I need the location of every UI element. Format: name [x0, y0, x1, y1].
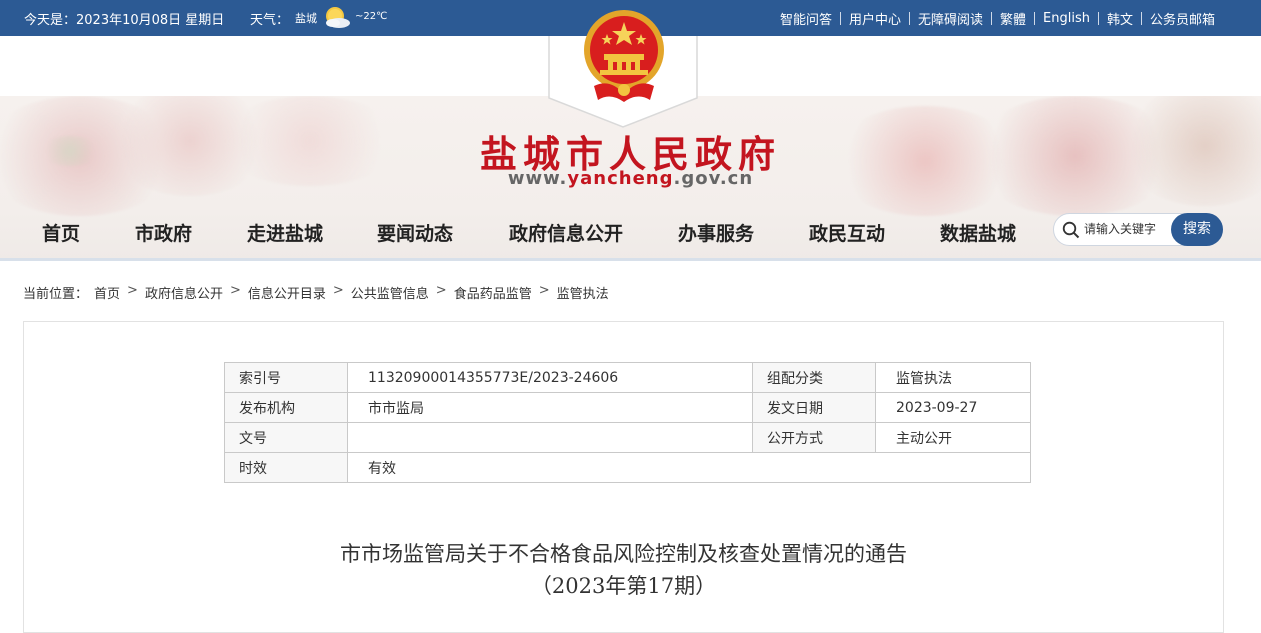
search-icon — [1062, 221, 1080, 239]
search-box: 搜索 — [1053, 213, 1223, 246]
link-civil-servant-mail[interactable]: 公务员邮箱 — [1150, 9, 1215, 28]
category-label: 组配分类 — [752, 362, 876, 393]
weather-label: 天气： — [250, 13, 290, 28]
sun-cloud-icon — [326, 7, 350, 28]
link-korean[interactable]: 韩文 — [1107, 9, 1133, 28]
validity-value: 有效 — [347, 452, 1031, 483]
document-number-value — [347, 422, 753, 453]
article-title-line1: 市市场监管局关于不合格食品风险控制及核查处置情况的通告 — [340, 542, 907, 566]
link-user-center[interactable]: 用户中心 — [849, 9, 901, 28]
nav-item-home[interactable]: 首页 — [42, 219, 80, 246]
nav-item-interaction[interactable]: 政民互动 — [809, 219, 885, 246]
publisher-value: 市市监局 — [347, 392, 753, 423]
nav-item-data-yancheng[interactable]: 数据盐城 — [940, 219, 1016, 246]
nav-divider — [0, 258, 1261, 261]
weather-city: 盐城 — [295, 12, 317, 25]
nav-item-about-yancheng[interactable]: 走进盐城 — [247, 219, 323, 246]
divider — [1140, 12, 1142, 25]
search-button[interactable]: 搜索 — [1171, 213, 1223, 246]
site-url-suffix: .gov.cn — [673, 168, 754, 189]
site-url: www.yancheng.gov.cn — [0, 168, 1261, 189]
category-value: 监管执法 — [875, 362, 1031, 393]
publisher-label: 发布机构 — [224, 392, 348, 423]
link-english[interactable]: English — [1043, 11, 1090, 26]
current-date: 今天是：2023年10月08日 星期日 — [24, 13, 225, 28]
site-url-prefix: www. — [507, 168, 568, 189]
breadcrumb-separator: > — [538, 283, 550, 298]
nav-item-services[interactable]: 办事服务 — [678, 219, 754, 246]
breadcrumb-item-food-drug[interactable]: 食品药品监管 — [454, 283, 532, 302]
validity-label: 时效 — [224, 452, 348, 483]
breadcrumb: 当前位置： 首页 > 政府信息公开 > 信息公开目录 > 公共监管信息 > 食品药品监管… — [23, 283, 615, 302]
index-number-label: 索引号 — [224, 362, 348, 393]
weather-temperature: ~22℃ — [355, 11, 388, 22]
table-row: 时效 有效 — [224, 452, 1031, 483]
national-emblem-icon — [584, 10, 664, 102]
link-smart-qa[interactable]: 智能问答 — [780, 9, 832, 28]
nav-item-city-government[interactable]: 市政府 — [135, 219, 192, 246]
breadcrumb-separator: > — [127, 283, 138, 298]
breadcrumb-item-public-supervision[interactable]: 公共监管信息 — [351, 283, 429, 302]
nav-item-info-disclosure[interactable]: 政府信息公开 — [509, 219, 623, 246]
link-accessibility[interactable]: 无障碍阅读 — [918, 9, 983, 28]
table-row: 索引号 11320900014355773E/2023-24606 组配分类 监… — [224, 362, 1031, 393]
divider — [1034, 12, 1036, 25]
index-number-value: 11320900014355773E/2023-24606 — [347, 362, 753, 393]
breadcrumb-separator: > — [229, 283, 241, 298]
breadcrumb-label: 当前位置： — [23, 287, 89, 302]
document-number-label: 文号 — [224, 422, 348, 453]
divider — [1097, 12, 1099, 25]
link-traditional-chinese[interactable]: 繁體 — [1000, 9, 1026, 28]
search-input[interactable] — [1084, 220, 1174, 238]
breadcrumb-item-enforcement[interactable]: 监管执法 — [557, 283, 609, 302]
nav-item-news[interactable]: 要闻动态 — [377, 219, 453, 246]
article-title: 市市场监管局关于不合格食品风险控制及核查处置情况的通告 （2023年第17期） — [24, 538, 1223, 602]
article-panel: 索引号 11320900014355773E/2023-24606 组配分类 监… — [23, 321, 1224, 633]
top-links: 智能问答 用户中心 无障碍阅读 繁體 English 韩文 公务员邮箱 — [780, 9, 1215, 28]
breadcrumb-item-home[interactable]: 首页 — [94, 283, 120, 302]
site-url-domain: yancheng — [567, 168, 674, 189]
divider — [839, 12, 841, 25]
disclosure-method-value: 主动公开 — [875, 422, 1031, 453]
breadcrumb-separator: > — [332, 283, 344, 298]
table-row: 发布机构 市市监局 发文日期 2023-09-27 — [224, 392, 1031, 423]
issue-date-value: 2023-09-27 — [875, 392, 1031, 423]
divider — [991, 12, 992, 25]
breadcrumb-item-catalog[interactable]: 信息公开目录 — [248, 283, 326, 302]
disclosure-method-label: 公开方式 — [752, 422, 876, 453]
table-row: 文号 公开方式 主动公开 — [224, 422, 1031, 453]
breadcrumb-item-info-disclosure[interactable]: 政府信息公开 — [145, 283, 223, 302]
article-title-line2: （2023年第17期） — [530, 574, 717, 598]
breadcrumb-separator: > — [435, 283, 447, 298]
issue-date-label: 发文日期 — [752, 392, 876, 423]
metadata-table: 索引号 11320900014355773E/2023-24606 组配分类 监… — [224, 362, 1031, 483]
divider — [908, 12, 910, 25]
